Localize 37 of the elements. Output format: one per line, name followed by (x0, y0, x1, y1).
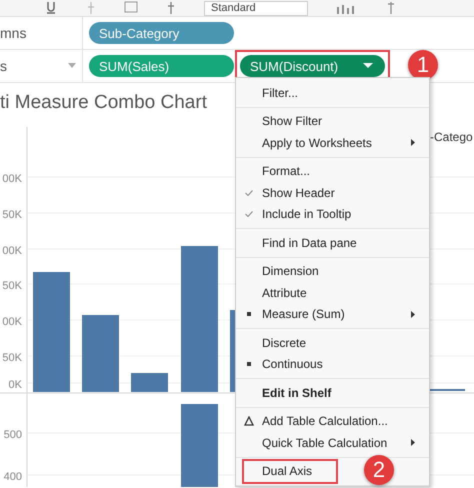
view-dropdown[interactable]: Standard (204, 0, 308, 16)
step-badge: 2 (364, 454, 394, 484)
menu-item[interactable]: Show Header (236, 182, 429, 204)
chart-title: ti Measure Combo Chart (0, 92, 207, 114)
caret-icon[interactable] (363, 63, 373, 69)
menu-item[interactable]: Show Filter (236, 110, 429, 132)
underline-icon[interactable] (44, 1, 58, 15)
shelf-label: mns (0, 25, 26, 41)
menu-item[interactable]: Quick Table Calculation (236, 432, 429, 454)
menu-item[interactable]: Measure (Sum) (236, 304, 429, 325)
bar (131, 373, 168, 392)
shelf-label: s (0, 58, 7, 74)
menu-item[interactable]: Attribute (236, 282, 429, 304)
menu-item[interactable]: Edit in Shelf (236, 382, 429, 404)
axis-label: 00K (2, 245, 22, 257)
axis-label: 0K (8, 379, 22, 391)
menu-item[interactable]: Include in Tooltip (236, 204, 429, 225)
axis-label: 00K (2, 316, 22, 328)
axis-label: 50K (2, 209, 22, 221)
caret-icon[interactable] (68, 63, 76, 69)
menu-item[interactable]: Format... (236, 160, 429, 182)
field-pill[interactable]: SUM(Discount) (240, 55, 385, 77)
menu-item[interactable]: Apply to Worksheets (236, 132, 429, 154)
menu-item[interactable]: Find in Data pane (236, 232, 429, 254)
step-badge: 1 (408, 50, 438, 80)
axis-label: 400 (4, 471, 22, 483)
frame-icon[interactable] (124, 1, 138, 15)
axis-label: 50K (2, 280, 22, 292)
menu-item[interactable]: Filter... (236, 82, 429, 104)
axis-label: 500 (4, 429, 22, 441)
axis-label: 50K (2, 352, 22, 364)
menu-item[interactable]: Discrete (236, 332, 429, 354)
column-header: -Catego (430, 130, 473, 144)
menu-item[interactable]: Continuous (236, 354, 429, 375)
menu-item[interactable]: Add Table Calculation... (236, 410, 429, 432)
menu-item[interactable]: Dimension (236, 260, 429, 282)
axis-label: 00K (2, 173, 22, 185)
